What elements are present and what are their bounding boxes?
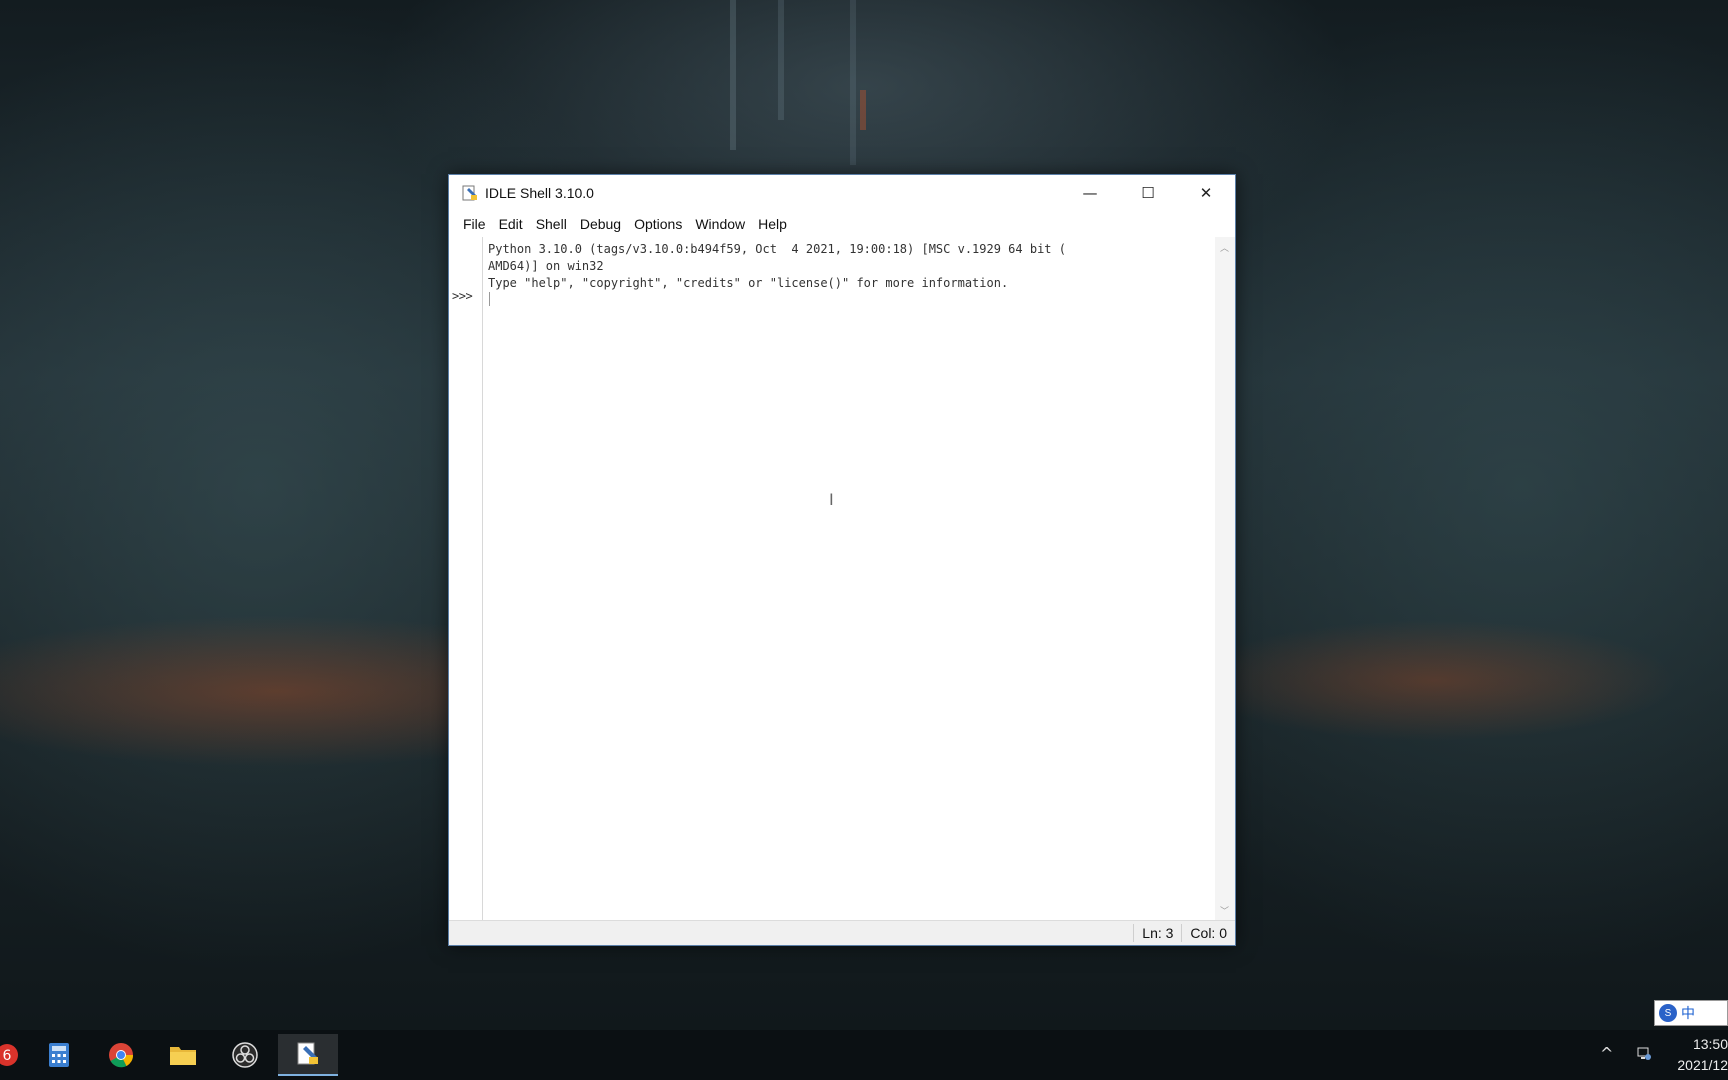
text-caret <box>489 292 490 306</box>
status-col: Col: 0 <box>1190 925 1227 941</box>
clock-time: 13:50 <box>1692 1036 1728 1052</box>
shell-text-area[interactable]: Python 3.10.0 (tags/v3.10.0:b494f59, Oct… <box>483 237 1215 921</box>
wallpaper-streak <box>850 0 856 165</box>
clock[interactable]: 13:50 2021/12 <box>1668 1034 1728 1076</box>
calculator-icon[interactable] <box>42 1038 76 1072</box>
scroll-up-icon[interactable]: ︿ <box>1220 241 1229 254</box>
status-bar: Ln: 3 Col: 0 <box>449 920 1235 945</box>
obs-icon[interactable] <box>228 1038 262 1072</box>
ime-logo-icon: S <box>1659 1004 1677 1022</box>
app-icon[interactable]: 6 <box>0 1038 24 1072</box>
menu-options[interactable]: Options <box>628 211 689 237</box>
ibeam-cursor-icon: I <box>829 490 834 509</box>
wallpaper-streak <box>730 0 736 150</box>
shell-output-line: Type "help", "copyright", "credits" or "… <box>488 276 1009 290</box>
status-line: Ln: 3 <box>1142 925 1174 941</box>
wallpaper-streak <box>778 0 784 120</box>
menu-help[interactable]: Help <box>752 211 794 237</box>
ime-mode: 中 <box>1681 1005 1695 1021</box>
svg-text:6: 6 <box>3 1048 12 1064</box>
clock-date: 2021/12 <box>1677 1057 1728 1073</box>
show-hidden-icons-icon[interactable]: ^ <box>1600 1044 1613 1063</box>
idle-app-icon <box>461 184 479 202</box>
menu-shell[interactable]: Shell <box>530 211 574 237</box>
taskbar: 6 ^ 13:50 2021/12 <box>0 1030 1728 1080</box>
menu-window[interactable]: Window <box>689 211 752 237</box>
shell-prompt: >>> <box>452 289 473 303</box>
vertical-scrollbar[interactable]: ︿ ﹀ <box>1215 237 1235 921</box>
idle-shell-window[interactable]: IDLE Shell 3.10.0 — ☐ ✕ File Edit Shell … <box>448 174 1236 946</box>
window-controls: — ☐ ✕ <box>1061 175 1235 211</box>
maximize-button[interactable]: ☐ <box>1119 175 1177 211</box>
prompt-gutter: >>> <box>449 237 483 921</box>
scroll-down-icon[interactable]: ﹀ <box>1220 904 1229 917</box>
menu-bar: File Edit Shell Debug Options Window Hel… <box>449 211 1235 237</box>
close-button[interactable]: ✕ <box>1177 175 1235 211</box>
chrome-icon[interactable] <box>104 1038 138 1072</box>
title-bar[interactable]: IDLE Shell 3.10.0 — ☐ ✕ <box>449 175 1235 211</box>
shell-output-line: Python 3.10.0 (tags/v3.10.0:b494f59, Oct… <box>488 242 1066 256</box>
minimize-button[interactable]: — <box>1061 175 1119 211</box>
menu-debug[interactable]: Debug <box>574 211 628 237</box>
window-title: IDLE Shell 3.10.0 <box>485 185 594 201</box>
file-explorer-icon[interactable] <box>166 1038 200 1072</box>
menu-file[interactable]: File <box>457 211 493 237</box>
wallpaper-streak <box>860 90 866 130</box>
idle-icon[interactable] <box>278 1034 338 1076</box>
menu-edit[interactable]: Edit <box>493 211 530 237</box>
shell-editor: >>> Python 3.10.0 (tags/v3.10.0:b494f59,… <box>449 237 1235 921</box>
ime-indicator[interactable]: S 中 <box>1654 1000 1728 1026</box>
network-icon[interactable] <box>1636 1045 1652 1064</box>
shell-output-line: AMD64)] on win32 <box>488 259 604 273</box>
